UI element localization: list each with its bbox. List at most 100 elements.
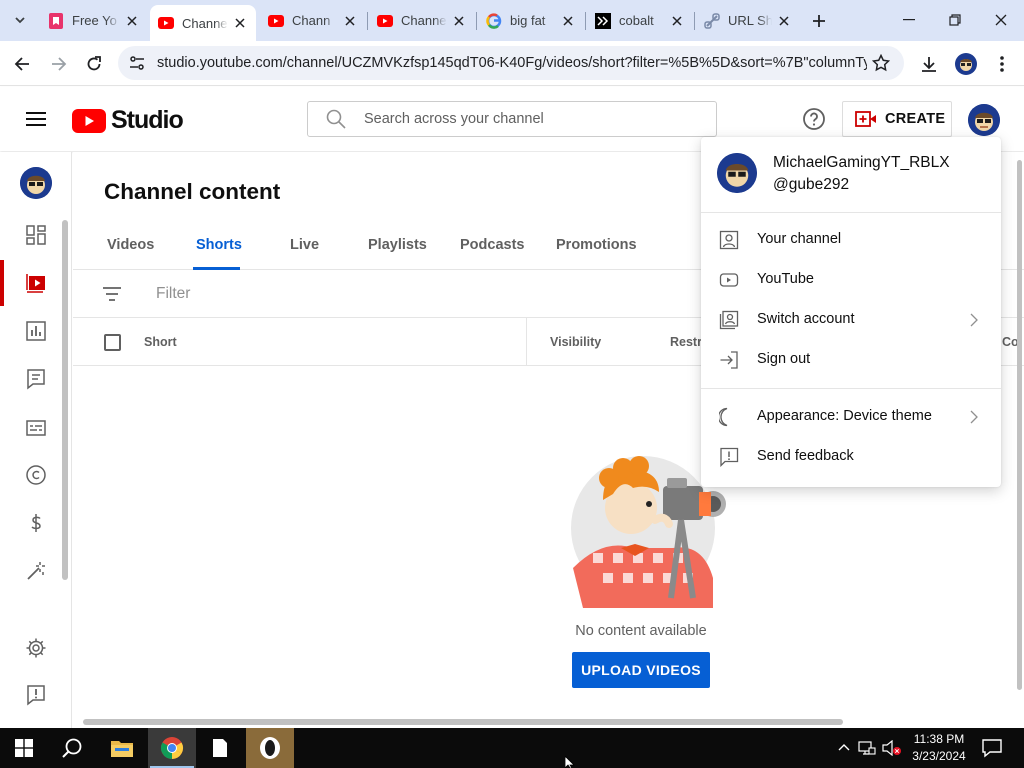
clock-time: 11:38 PM <box>913 732 965 746</box>
site-settings-icon[interactable] <box>122 48 152 78</box>
hamburger-menu-icon[interactable] <box>22 107 50 131</box>
tab-search-dropdown-icon[interactable] <box>8 8 32 32</box>
filter-input[interactable]: Filter <box>156 285 190 303</box>
profile-avatar-icon[interactable] <box>951 49 981 79</box>
studio-logo[interactable]: Studio <box>72 106 184 135</box>
tab-playlists[interactable]: Playlists <box>368 237 427 253</box>
menu-item-send-feedback[interactable]: Send feedback <box>701 437 1001 477</box>
browser-tab[interactable]: Chann <box>260 6 366 35</box>
notification-center-icon[interactable] <box>980 736 1004 760</box>
dashboard-icon[interactable] <box>23 222 49 248</box>
menu-item-appearance[interactable]: Appearance: Device theme <box>701 397 1001 437</box>
select-all-checkbox[interactable] <box>104 334 121 351</box>
tab-separator <box>367 12 368 30</box>
menu-item-your-channel[interactable]: Your channel <box>701 220 1001 260</box>
nav-scrollbar[interactable] <box>62 220 68 580</box>
browser-tab-active[interactable]: Channel <box>150 5 256 41</box>
browser-tab[interactable]: big fat <box>478 6 584 35</box>
download-icon[interactable] <box>914 49 944 79</box>
vertical-scrollbar[interactable] <box>1017 160 1022 690</box>
close-tab-icon[interactable] <box>451 13 467 29</box>
minimize-icon[interactable] <box>886 0 932 40</box>
analytics-icon[interactable] <box>23 318 49 344</box>
close-tab-icon[interactable] <box>342 13 358 29</box>
menu-item-youtube[interactable]: YouTube <box>701 260 1001 300</box>
filter-icon[interactable] <box>101 284 123 304</box>
account-menu: MichaelGamingYT_RBLX @gube292 Your chann… <box>701 137 1001 487</box>
create-button[interactable]: CREATE <box>842 101 952 137</box>
close-tab-icon[interactable] <box>124 13 140 29</box>
taskbar-search-icon[interactable] <box>48 728 96 768</box>
customization-wand-icon[interactable] <box>23 558 49 584</box>
comments-icon[interactable] <box>23 366 49 392</box>
channel-avatar[interactable] <box>20 167 52 199</box>
browser-menu-dots-icon[interactable] <box>987 49 1017 79</box>
help-icon[interactable] <box>801 106 827 132</box>
notepad-icon[interactable] <box>196 728 244 768</box>
youtube-icon <box>268 13 284 29</box>
tab-videos[interactable]: Videos <box>107 237 154 253</box>
copyright-icon[interactable] <box>23 462 49 488</box>
feedback-icon <box>719 447 739 467</box>
tab-podcasts[interactable]: Podcasts <box>460 237 524 253</box>
tab-live[interactable]: Live <box>290 237 319 253</box>
search-input[interactable] <box>364 111 704 127</box>
menu-item-sign-out[interactable]: Sign out <box>701 340 1001 380</box>
close-window-icon[interactable] <box>978 0 1024 40</box>
back-arrow-icon[interactable] <box>7 49 37 79</box>
page-title: Channel content <box>104 179 281 204</box>
menu-divider <box>701 388 1001 389</box>
channel-search[interactable] <box>307 101 717 137</box>
taskbar-clock[interactable]: 11:38 PM 3/23/2024 <box>908 731 970 765</box>
mouse-cursor-icon <box>565 756 577 768</box>
column-short[interactable]: Short <box>144 335 177 349</box>
menu-item-switch-account[interactable]: Switch account <box>701 300 1001 340</box>
tab-title: big fat <box>510 13 546 28</box>
tab-title: Free Yo <box>72 13 117 28</box>
tab-title: Chann <box>292 13 331 28</box>
forward-arrow-icon[interactable] <box>44 49 74 79</box>
network-icon[interactable] <box>858 740 876 756</box>
upload-videos-button[interactable]: UPLOAD VIDEOS <box>572 652 710 688</box>
subtitles-icon[interactable] <box>23 415 49 441</box>
account-avatar[interactable] <box>968 104 1000 136</box>
earn-dollar-icon[interactable] <box>23 510 49 536</box>
browser-tab[interactable]: URL Sh <box>696 6 800 35</box>
youtube-logo-icon <box>72 108 106 133</box>
logo-text: Studio <box>111 106 184 134</box>
settings-gear-icon[interactable] <box>23 635 49 661</box>
browser-tab[interactable]: Free Yo <box>40 6 148 35</box>
horizontal-scrollbar[interactable] <box>83 719 843 725</box>
opera-icon[interactable] <box>246 728 294 768</box>
close-tab-icon[interactable] <box>560 13 576 29</box>
chevron-up-icon[interactable] <box>838 742 850 754</box>
close-tab-icon[interactable] <box>232 15 248 31</box>
tab-separator <box>476 12 477 30</box>
file-explorer-icon[interactable] <box>98 728 146 768</box>
tab-shorts[interactable]: Shorts <box>196 237 242 253</box>
person-box-icon <box>719 230 739 250</box>
restore-icon[interactable] <box>932 0 978 40</box>
system-tray <box>838 728 902 768</box>
chrome-taskbar-icon[interactable] <box>148 728 196 768</box>
browser-tab[interactable]: cobalt <box>587 6 693 35</box>
content-icon[interactable] <box>23 270 49 296</box>
youtube-icon <box>377 13 393 29</box>
pink-bookmark-icon <box>48 12 64 29</box>
close-tab-icon[interactable] <box>669 13 685 29</box>
close-tab-icon[interactable] <box>776 13 792 29</box>
tab-title: Channe <box>401 13 447 28</box>
address-bar[interactable]: studio.youtube.com/channel/UCZMVKzfsp145… <box>118 46 904 80</box>
new-tab-plus-icon[interactable] <box>807 9 831 33</box>
tab-title: URL Sh <box>728 13 772 28</box>
column-visibility[interactable]: Visibility <box>550 335 601 349</box>
url-text[interactable]: studio.youtube.com/channel/UCZMVKzfsp145… <box>157 55 867 71</box>
feedback-icon[interactable] <box>23 682 49 708</box>
menu-item-label: Send feedback <box>757 448 854 464</box>
windows-start-icon[interactable] <box>0 728 48 768</box>
tab-promotions[interactable]: Promotions <box>556 237 637 253</box>
browser-tab[interactable]: Channe <box>369 6 475 35</box>
volume-muted-icon[interactable] <box>882 740 902 756</box>
reload-icon[interactable] <box>79 49 109 79</box>
bookmark-star-icon[interactable] <box>872 54 890 72</box>
